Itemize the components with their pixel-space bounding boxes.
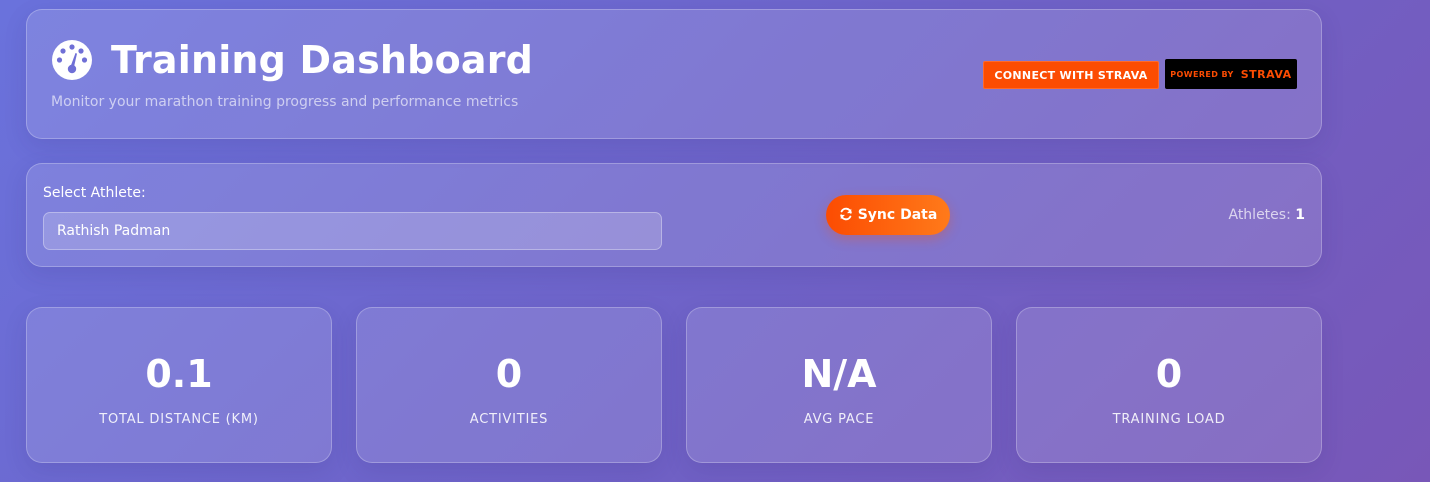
select-athlete-label: Select Athlete: (43, 185, 146, 201)
stat-label: TRAINING LOAD (1112, 412, 1226, 427)
sync-icon (839, 207, 853, 224)
athlete-select[interactable]: Rathish Padman (43, 212, 662, 250)
stat-card-activities: 0 ACTIVITIES (356, 307, 662, 463)
stat-value: 0.1 (145, 352, 213, 396)
stat-label: ACTIVITIES (469, 412, 549, 427)
athlete-controls-card: Select Athlete: Rathish Padman Sync Data… (26, 163, 1322, 267)
stat-value: 0 (1155, 352, 1183, 396)
stat-card-total-distance: 0.1 TOTAL DISTANCE (KM) (26, 307, 332, 463)
connect-with-strava-button[interactable]: CONNECT WITH STRAVA (983, 61, 1159, 89)
athletes-count-value: 1 (1295, 207, 1305, 223)
tachometer-icon (51, 39, 93, 81)
stat-value: 0 (495, 352, 523, 396)
sync-data-button[interactable]: Sync Data (826, 195, 950, 235)
title-row: Training Dashboard (51, 38, 533, 82)
page-subtitle: Monitor your marathon training progress … (51, 94, 519, 110)
athletes-count: Athletes: 1 (1228, 207, 1305, 223)
powered-by-strava-logo: POWERED BY STRAVA (1165, 59, 1297, 89)
powered-by-text: POWERED BY (1170, 69, 1234, 79)
stat-label: TOTAL DISTANCE (KM) (99, 412, 259, 427)
athletes-count-label: Athletes: (1228, 207, 1291, 223)
strava-brand-text: STRAVA (1240, 67, 1292, 81)
stat-label: AVG PACE (803, 412, 875, 427)
page-title: Training Dashboard (111, 38, 534, 82)
stat-card-avg-pace: N/A AVG PACE (686, 307, 992, 463)
selected-athlete-value: Rathish Padman (57, 223, 171, 239)
header-card: Training Dashboard Monitor your marathon… (26, 9, 1322, 139)
sync-data-label: Sync Data (857, 207, 938, 223)
stat-card-training-load: 0 TRAINING LOAD (1016, 307, 1322, 463)
stat-value: N/A (801, 352, 877, 396)
